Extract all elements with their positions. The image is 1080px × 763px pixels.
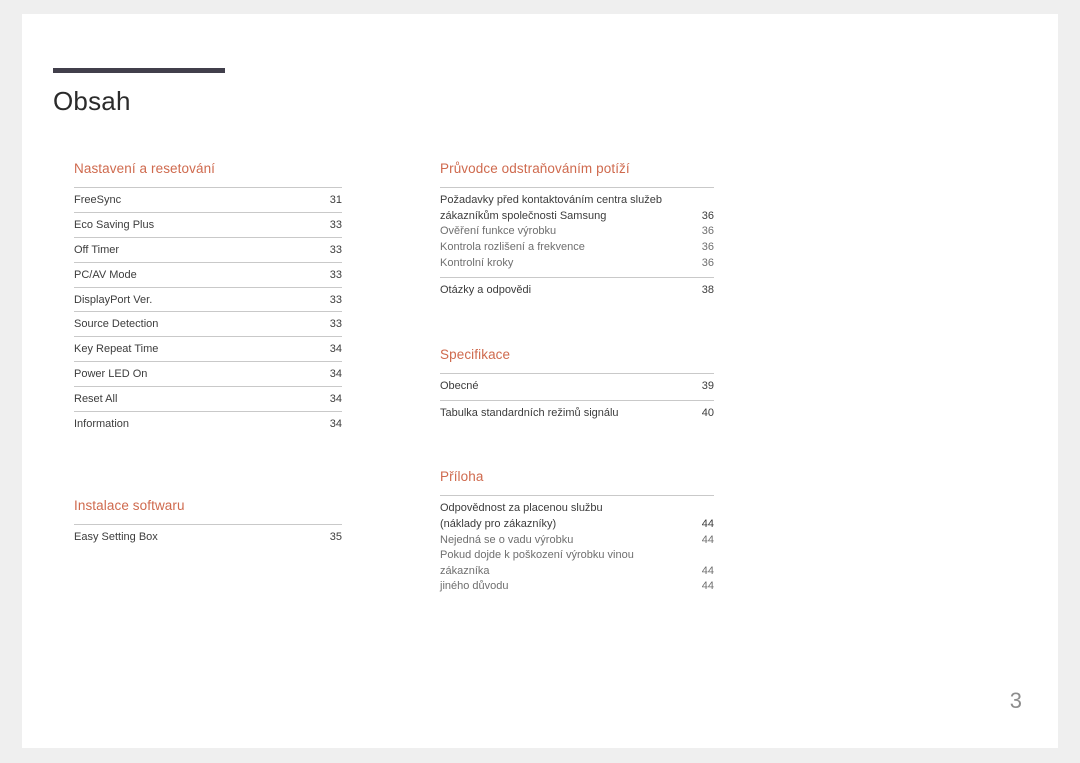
toc-entry-group: Otázky a odpovědi 38 xyxy=(440,277,714,299)
toc-subentry[interactable]: Nejedná se o vadu výrobku 44 xyxy=(440,533,714,549)
toc-entry-page: 44 xyxy=(701,518,714,531)
toc-entry-page: 40 xyxy=(701,406,714,419)
toc-entry-label: Kontrolní kroky xyxy=(440,256,514,269)
toc-entry-label: jiného důvodu xyxy=(440,580,509,593)
toc-entry-page: 44 xyxy=(701,580,714,593)
toc-entry-label: Tabulka standardních režimů signálu xyxy=(440,406,619,419)
toc-entry-list: FreeSync 31 Eco Saving Plus 33 Off Timer… xyxy=(74,187,342,435)
toc-entry-label: Information xyxy=(74,417,130,430)
toc-entry-label: Key Repeat Time xyxy=(74,343,159,356)
toc-entry[interactable]: PC/AV Mode 33 xyxy=(74,261,342,287)
toc-entry-label: Otázky a odpovědi xyxy=(440,284,532,297)
toc-section-specifikace: Specifikace Obecné 39 Tabulka standardní… xyxy=(440,347,714,421)
toc-left-column: Nastavení a resetování FreeSync 31 Eco S… xyxy=(74,161,342,549)
toc-entry[interactable]: Information 34 xyxy=(74,410,342,436)
toc-entry[interactable]: Požadavky před kontaktováním centra služ… xyxy=(440,193,714,209)
toc-entry-group: Obecné 39 xyxy=(440,373,714,400)
toc-subentry[interactable]: zákazníka 44 xyxy=(440,564,714,580)
toc-entry[interactable]: (náklady pro zákazníky) 44 xyxy=(440,517,714,533)
toc-entry-page: 34 xyxy=(329,343,342,356)
toc-entry-page: 35 xyxy=(329,530,342,543)
toc-subentry[interactable]: Pokud dojde k poškození výrobku vinou xyxy=(440,548,714,564)
toc-entry[interactable]: FreeSync 31 xyxy=(74,187,342,212)
page-title: Obsah xyxy=(53,86,131,116)
toc-entry[interactable]: Source Detection 33 xyxy=(74,311,342,336)
toc-entry-label: Nejedná se o vadu výrobku xyxy=(440,533,574,546)
toc-entry[interactable]: Odpovědnost za placenou službu xyxy=(440,501,714,517)
toc-entry-page: 33 xyxy=(329,243,342,256)
toc-entry-page: 36 xyxy=(701,256,714,269)
toc-entry-page: 39 xyxy=(701,380,714,393)
document-page: Obsah Nastavení a resetování FreeSync 31… xyxy=(22,14,1058,748)
toc-entry-label: Odpovědnost za placenou službu xyxy=(440,502,603,515)
toc-entry-label: PC/AV Mode xyxy=(74,268,137,281)
toc-entry-label: DisplayPort Ver. xyxy=(74,293,153,306)
toc-entry-label: zákazníkům společnosti Samsung xyxy=(440,209,607,222)
toc-section-instalace: Instalace softwaru Easy Setting Box 35 xyxy=(74,498,342,549)
section-heading: Instalace softwaru xyxy=(74,497,185,513)
toc-entry-label: (náklady pro zákazníky) xyxy=(440,518,557,531)
toc-entry[interactable]: Power LED On 34 xyxy=(74,361,342,386)
toc-entry[interactable]: Off Timer 33 xyxy=(74,236,342,262)
toc-entry-label: zákazníka xyxy=(440,564,490,577)
toc-entry[interactable]: Easy Setting Box 35 xyxy=(74,523,342,549)
toc-entry-label: Ověření funkce výrobku xyxy=(440,225,557,238)
toc-entry-label: Easy Setting Box xyxy=(74,530,158,543)
toc-entry-page: 33 xyxy=(329,268,342,281)
toc-entry[interactable]: Reset All 34 xyxy=(74,385,342,411)
toc-entry-page: 33 xyxy=(329,318,342,331)
toc-entry-page: 38 xyxy=(701,284,714,297)
toc-entry-group: Tabulka standardních režimů signálu 40 xyxy=(440,399,714,422)
toc-entry[interactable]: Otázky a odpovědi 38 xyxy=(440,283,714,299)
toc-entry-page: 44 xyxy=(701,564,714,577)
toc-entry-page: 34 xyxy=(329,368,342,381)
toc-subentry[interactable]: jiného důvodu 44 xyxy=(440,579,714,595)
toc-entry-page: 36 xyxy=(701,241,714,254)
toc-entry-list: Easy Setting Box 35 xyxy=(74,523,342,549)
toc-entry-page: 31 xyxy=(329,194,342,207)
toc-section-pruvodce: Průvodce odstraňováním potíží Požadavky … xyxy=(440,161,714,299)
toc-section-priloha: Příloha Odpovědnost za placenou službu (… xyxy=(440,469,714,595)
toc-entry-label: Off Timer xyxy=(74,243,120,256)
toc-entry-page: 33 xyxy=(329,293,342,306)
toc-entry-group: Odpovědnost za placenou službu (náklady … xyxy=(440,495,714,595)
title-rule-decoration xyxy=(53,68,225,73)
toc-subentry[interactable]: Ověření funkce výrobku 36 xyxy=(440,224,714,240)
toc-entry-label: Eco Saving Plus xyxy=(74,219,155,232)
toc-entry-label: Požadavky před kontaktováním centra služ… xyxy=(440,194,662,207)
toc-entry-group: Požadavky před kontaktováním centra služ… xyxy=(440,187,714,271)
section-heading: Průvodce odstraňováním potíží xyxy=(440,161,630,176)
toc-entry-label: Reset All xyxy=(74,392,118,405)
toc-entry-label: Pokud dojde k poškození výrobku vinou xyxy=(440,549,634,562)
section-heading: Příloha xyxy=(440,469,484,485)
toc-entry-page: 44 xyxy=(701,533,714,546)
section-heading: Nastavení a resetování xyxy=(74,161,216,176)
toc-entry-page: 34 xyxy=(329,392,342,405)
toc-entry-label: FreeSync xyxy=(74,194,122,207)
toc-entry[interactable]: zákazníkům společnosti Samsung 36 xyxy=(440,209,714,225)
toc-entry[interactable]: Obecné 39 xyxy=(440,379,714,400)
toc-entry-label: Kontrola rozlišení a frekvence xyxy=(440,241,585,254)
toc-entry[interactable]: DisplayPort Ver. 33 xyxy=(74,286,342,312)
toc-right-column: Průvodce odstraňováním potíží Požadavky … xyxy=(440,161,714,595)
toc-entry-page: 36 xyxy=(701,209,714,222)
toc-entry-page: 33 xyxy=(329,219,342,232)
toc-entry[interactable]: Key Repeat Time 34 xyxy=(74,336,342,361)
toc-entry-label: Source Detection xyxy=(74,318,159,331)
page-number: 3 xyxy=(1009,688,1022,713)
toc-entry-label: Obecné xyxy=(440,380,479,393)
page-content: Obsah Nastavení a resetování FreeSync 31… xyxy=(53,68,997,688)
toc-entry[interactable]: Eco Saving Plus 33 xyxy=(74,212,342,237)
toc-entry-label: Power LED On xyxy=(74,368,148,381)
toc-entry[interactable]: Tabulka standardních režimů signálu 40 xyxy=(440,406,714,422)
section-heading: Specifikace xyxy=(440,346,511,362)
toc-entry-page: 34 xyxy=(329,417,342,430)
toc-section-nastaveni: Nastavení a resetování FreeSync 31 Eco S… xyxy=(74,161,342,436)
toc-subentry[interactable]: Kontrola rozlišení a frekvence 36 xyxy=(440,240,714,256)
toc-entry-page: 36 xyxy=(701,225,714,238)
toc-subentry[interactable]: Kontrolní kroky 36 xyxy=(440,256,714,272)
